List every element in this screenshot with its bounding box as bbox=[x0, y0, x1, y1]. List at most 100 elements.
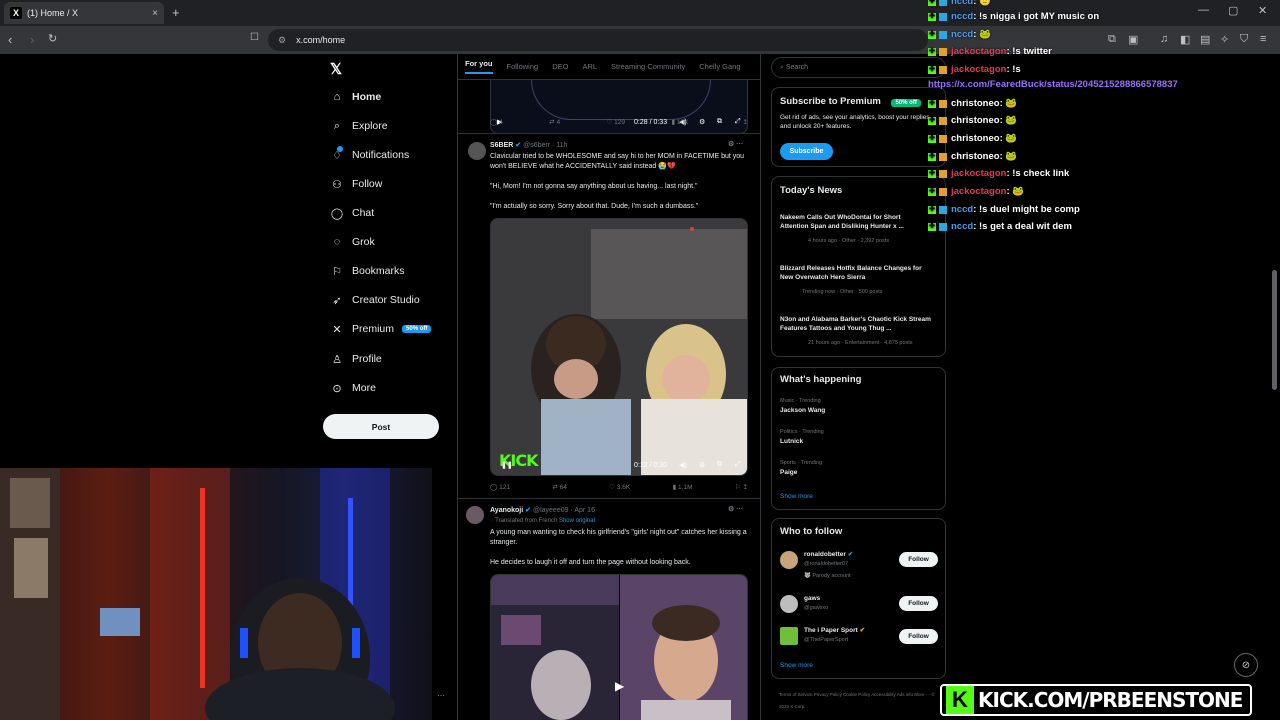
reply-button[interactable]: ◯ 121 bbox=[490, 483, 510, 491]
chat-line: ✚ nccd: !s get a deal wit dem bbox=[928, 221, 1072, 232]
nav-follow[interactable]: ⚇ Follow bbox=[328, 175, 382, 193]
webcam-menu-icon[interactable]: ··· bbox=[437, 691, 445, 700]
back-icon[interactable]: ‹ bbox=[8, 32, 12, 47]
post-author[interactable]: Ayanokoji ✔ @layeee09 · Apr 16 bbox=[490, 506, 595, 514]
play-icon[interactable]: ▶ bbox=[615, 679, 624, 693]
feed-tabs: For you Following DEO ARL Streaming Comm… bbox=[458, 54, 760, 80]
trend-topic[interactable]: Paige bbox=[780, 468, 797, 477]
nav-grok[interactable]: ◌ Grok bbox=[328, 233, 375, 251]
suggest-name[interactable]: The i Paper Sport ✔ bbox=[804, 626, 865, 635]
pause-icon[interactable]: ❚❚ bbox=[501, 461, 513, 469]
address-bar[interactable]: ⚙ x.com/home bbox=[268, 29, 928, 51]
premium-card-badge: 50% off bbox=[891, 99, 921, 107]
news-item[interactable]: Nakeem Calls Out WhoDontai for Short Att… bbox=[780, 213, 930, 231]
bookmark-star-icon[interactable]: ☐ bbox=[250, 32, 259, 43]
menu-icon[interactable]: ≡ bbox=[1260, 33, 1266, 45]
bookmark-button[interactable]: ⚐ ↥ bbox=[735, 118, 748, 126]
suggest-name[interactable]: gaws bbox=[804, 594, 820, 603]
post-button[interactable]: Post bbox=[323, 414, 439, 439]
footer-links[interactable]: Terms of Service Privacy Policy Cookie P… bbox=[779, 689, 944, 713]
tab-arl[interactable]: ARL bbox=[582, 62, 597, 71]
nav-more[interactable]: ⊙ More bbox=[328, 379, 376, 397]
nav-premium[interactable]: ✕ Premium 50% off bbox=[328, 320, 432, 338]
maximize-icon[interactable]: ▢ bbox=[1228, 4, 1238, 17]
x-logo-icon[interactable]: 𝕏 bbox=[330, 60, 342, 78]
sidebar-icon[interactable]: ◧ bbox=[1180, 33, 1190, 46]
post-actions: ◯ 4 ⇄ 4 ♡ 129 ▮ 10K ⚐ ↥ bbox=[490, 118, 748, 126]
post-text: Clavicular tried to be WHOLESOME and say… bbox=[490, 153, 745, 170]
media-icon[interactable]: ♫ bbox=[1160, 33, 1168, 45]
follow-button[interactable]: Follow bbox=[899, 596, 938, 611]
post-menu-icon[interactable]: ⚙ ··· bbox=[728, 140, 743, 148]
chat-line: ✚ christoneo: 🐸 bbox=[928, 151, 1018, 162]
wallet-icon[interactable]: ▤ bbox=[1200, 33, 1210, 46]
nav-home[interactable]: ⌂ Home bbox=[328, 88, 382, 106]
subscribe-button[interactable]: Subscribe bbox=[780, 143, 833, 160]
who-to-follow-title: Who to follow bbox=[780, 526, 843, 537]
follow-button[interactable]: Follow bbox=[899, 552, 938, 567]
like-button[interactable]: ♡ 129 bbox=[607, 118, 626, 126]
news-item[interactable]: Blizzard Releases Hotfix Balance Changes… bbox=[780, 264, 930, 282]
search-icon: ⌕ bbox=[333, 119, 341, 132]
avatar[interactable] bbox=[468, 142, 486, 160]
trend-topic[interactable]: Jackson Wang bbox=[780, 406, 825, 415]
window-close-icon[interactable]: ✕ bbox=[1258, 4, 1267, 17]
nav-chat[interactable]: ◯ Chat bbox=[328, 204, 374, 222]
post-menu-icon[interactable]: ⚙ ··· bbox=[728, 505, 743, 513]
scrollbar[interactable] bbox=[1272, 54, 1278, 720]
follow-button[interactable]: Follow bbox=[899, 629, 938, 644]
pip-icon[interactable]: ⧉ bbox=[717, 461, 722, 469]
tab-following[interactable]: Following bbox=[507, 62, 539, 71]
new-tab-button[interactable]: + bbox=[172, 5, 180, 20]
premium-card: Subscribe to Premium 50% off Get rid of … bbox=[771, 87, 946, 167]
nav-creator-studio[interactable]: ➶ Creator Studio bbox=[328, 291, 419, 309]
tab-close-icon[interactable]: × bbox=[152, 8, 158, 19]
show-more-link[interactable]: Show more bbox=[780, 661, 813, 670]
volume-icon[interactable]: ◀) bbox=[679, 461, 687, 469]
ai-icon[interactable]: ✧ bbox=[1220, 33, 1229, 46]
chat-link[interactable]: https://x.com/FearedBuck/status/20452152… bbox=[928, 79, 1178, 90]
show-original-link[interactable]: Show original bbox=[559, 518, 595, 524]
reload-icon[interactable]: ↻ bbox=[48, 32, 57, 45]
nav-profile[interactable]: ♙ Profile bbox=[328, 350, 382, 368]
views-button[interactable]: ▮ 1.1M bbox=[673, 483, 693, 491]
forward-icon[interactable]: › bbox=[30, 32, 34, 47]
settings-icon[interactable]: ⚙ bbox=[699, 461, 705, 469]
browser-tab[interactable]: X (1) Home / X × bbox=[4, 2, 164, 24]
chat-line: ✚ christoneo: 🐸 bbox=[928, 133, 1018, 144]
tab-chelly-gang[interactable]: Chelly Gang bbox=[699, 62, 740, 71]
bookmark-button[interactable]: ⚐ ↥ bbox=[735, 483, 748, 491]
tab-for-you[interactable]: For you bbox=[465, 59, 493, 74]
avatar[interactable] bbox=[466, 506, 484, 524]
scrollbar-thumb[interactable] bbox=[1272, 270, 1277, 390]
repost-button[interactable]: ⇄ 4 bbox=[549, 118, 560, 126]
reply-button[interactable]: ◯ 4 bbox=[490, 118, 503, 126]
suggest-name[interactable]: ronaldobetter ✔ bbox=[804, 550, 853, 559]
show-more-link[interactable]: Show more bbox=[780, 492, 813, 501]
post-text: "I'm actually so sorry. Sorry about that… bbox=[490, 203, 699, 210]
tab-deo[interactable]: DEO bbox=[552, 62, 568, 71]
views-button[interactable]: ▮ 10K bbox=[671, 118, 688, 126]
minimize-icon[interactable]: — bbox=[1198, 4, 1209, 16]
repost-button[interactable]: ⇄ 64 bbox=[552, 483, 567, 491]
post-video[interactable]: KICK ❚❚ 0:12 / 0:30 ◀) ⚙ ⧉ ⤢ bbox=[490, 218, 748, 476]
avatar[interactable] bbox=[780, 595, 798, 613]
shield-icon[interactable]: ⛉ bbox=[1240, 33, 1248, 46]
fullscreen-icon[interactable]: ⤢ bbox=[735, 461, 741, 469]
post-author[interactable]: S6BER ✔ @s6berr · 11h bbox=[490, 141, 567, 149]
tab-streaming-community[interactable]: Streaming Community bbox=[611, 62, 685, 71]
x-icon: ✕ bbox=[332, 323, 342, 336]
news-item[interactable]: N3on and Alabama Barker's Chaotic Kick S… bbox=[780, 315, 935, 333]
site-info-icon[interactable]: ⚙ bbox=[278, 35, 286, 46]
avatar[interactable] bbox=[780, 551, 798, 569]
extension-icon-2[interactable]: ▣ bbox=[1128, 33, 1138, 46]
post-video[interactable]: ▶ bbox=[490, 574, 748, 720]
avatar[interactable] bbox=[780, 627, 798, 645]
extension-icon[interactable]: ⧉ bbox=[1108, 33, 1116, 46]
grok-floating-icon[interactable]: ⊘ bbox=[1234, 653, 1258, 677]
nav-explore[interactable]: ⌕ Explore bbox=[328, 117, 388, 135]
trend-topic[interactable]: Lutnick bbox=[780, 437, 803, 446]
like-button[interactable]: ♡ 3.6K bbox=[609, 483, 630, 491]
nav-bookmarks[interactable]: ⚐ Bookmarks bbox=[328, 262, 404, 280]
search-input[interactable]: ⌕ Search bbox=[771, 57, 946, 78]
